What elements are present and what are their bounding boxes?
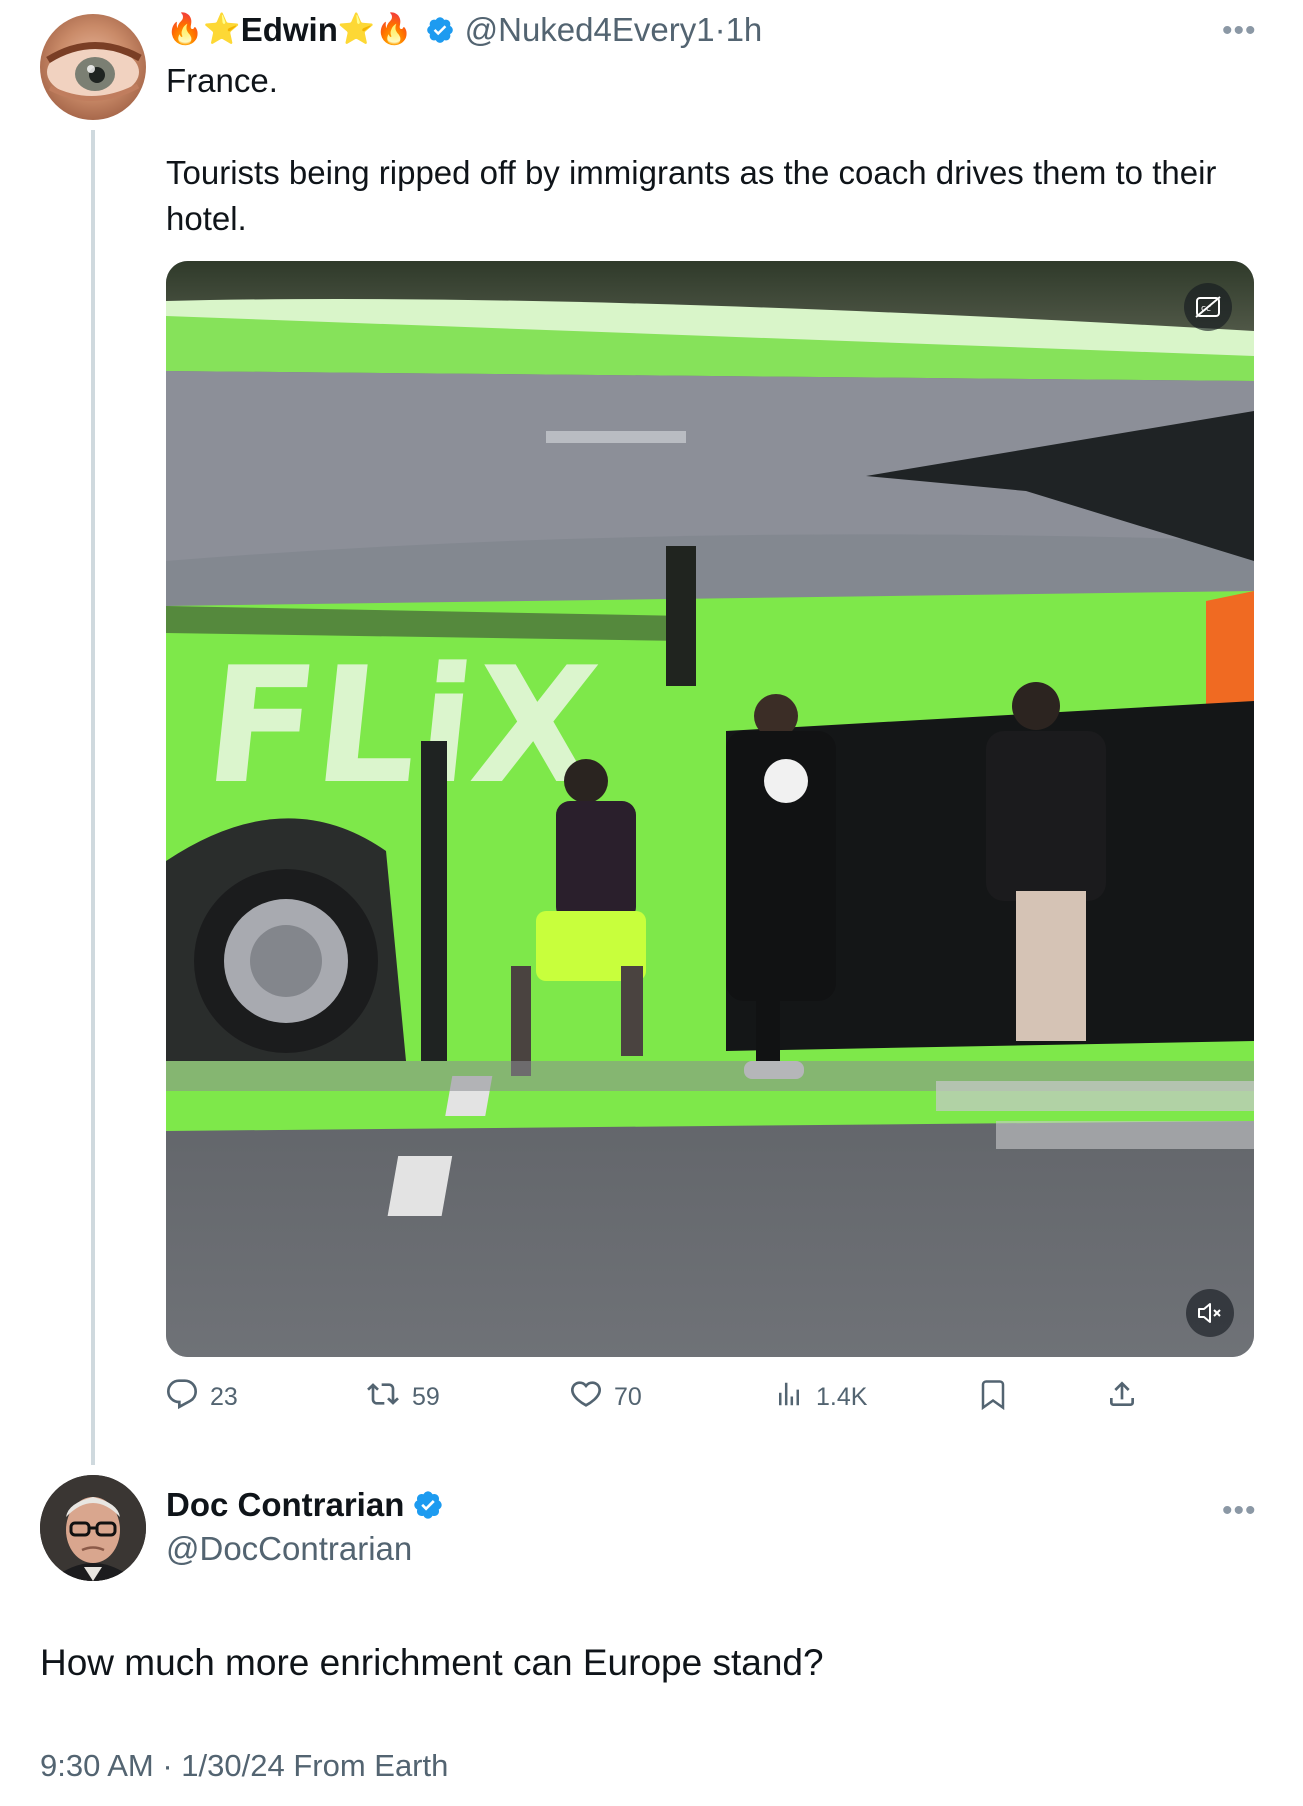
reply-button[interactable]: 23 (166, 1370, 238, 1424)
repost-icon (366, 1378, 412, 1417)
tweet-actions: 23 59 70 1.4K (166, 1370, 1186, 1424)
views-count: 1.4K (816, 1382, 868, 1411)
tweet-text-line: Tourists being ripped off by immigrants … (166, 154, 1217, 237)
handle[interactable]: @DocContrarian (166, 1530, 412, 1568)
views-chart-icon (774, 1379, 816, 1416)
verified-badge-icon[interactable] (412, 1489, 444, 1521)
timestamp[interactable]: 1h (726, 11, 763, 48)
views-button[interactable]: 1.4K (774, 1370, 867, 1424)
bookmark-button[interactable] (978, 1370, 1020, 1424)
tweet-text: France. Tourists being ripped off by imm… (166, 58, 1256, 242)
portrait-image (40, 1475, 146, 1581)
fire-emoji-icon: 🔥 (375, 13, 413, 46)
handle-and-time[interactable]: @Nuked4Every1·1h (465, 11, 763, 49)
bus-logo-text: FLiX (197, 632, 606, 818)
eye-closeup-image (46, 42, 142, 101)
tweet-header: 🔥 ⭐ Edwin ⭐ 🔥 @Nuked4Every1·1h (166, 8, 762, 52)
bookmark-icon (978, 1378, 1020, 1417)
tweet-timestamp[interactable]: 9:30 AM · 1/30/24 From Earth (40, 1748, 448, 1784)
reply-count: 23 (210, 1382, 238, 1411)
share-button[interactable] (1106, 1370, 1150, 1424)
captions-off-icon[interactable]: cc (1184, 283, 1232, 331)
video-frame-image: FLiX (166, 261, 1254, 1357)
star-emoji-icon: ⭐ (203, 13, 241, 46)
repost-button[interactable]: 59 (366, 1370, 440, 1424)
thread-connector-line (91, 130, 95, 1465)
star-emoji-icon: ⭐ (337, 13, 376, 46)
tweet-text: How much more enrichment can Europe stan… (40, 1642, 824, 1683)
like-button[interactable]: 70 (570, 1370, 642, 1424)
tweet-text-line: France. (166, 62, 278, 99)
fire-emoji-icon: 🔥 (166, 13, 204, 46)
handle[interactable]: @Nuked4Every1 (465, 11, 715, 48)
display-name-text: Doc Contrarian (166, 1486, 405, 1523)
repost-count: 59 (412, 1382, 440, 1411)
video-player[interactable]: FLiX cc (166, 261, 1254, 1357)
more-options-icon[interactable]: ••• (1222, 14, 1257, 48)
like-count: 70 (614, 1382, 642, 1411)
verified-badge-icon[interactable] (425, 15, 455, 45)
heart-icon (570, 1378, 614, 1417)
display-name-text: Edwin (240, 11, 338, 48)
separator: · (714, 11, 726, 48)
display-name[interactable]: Doc Contrarian (166, 1486, 450, 1524)
reply-icon (166, 1378, 210, 1417)
avatar[interactable] (40, 1475, 146, 1581)
display-name[interactable]: 🔥 ⭐ Edwin ⭐ 🔥 (166, 11, 413, 49)
avatar[interactable] (40, 14, 146, 120)
mute-icon[interactable] (1186, 1289, 1234, 1337)
more-options-icon[interactable]: ••• (1222, 1494, 1257, 1528)
share-icon (1106, 1378, 1150, 1417)
